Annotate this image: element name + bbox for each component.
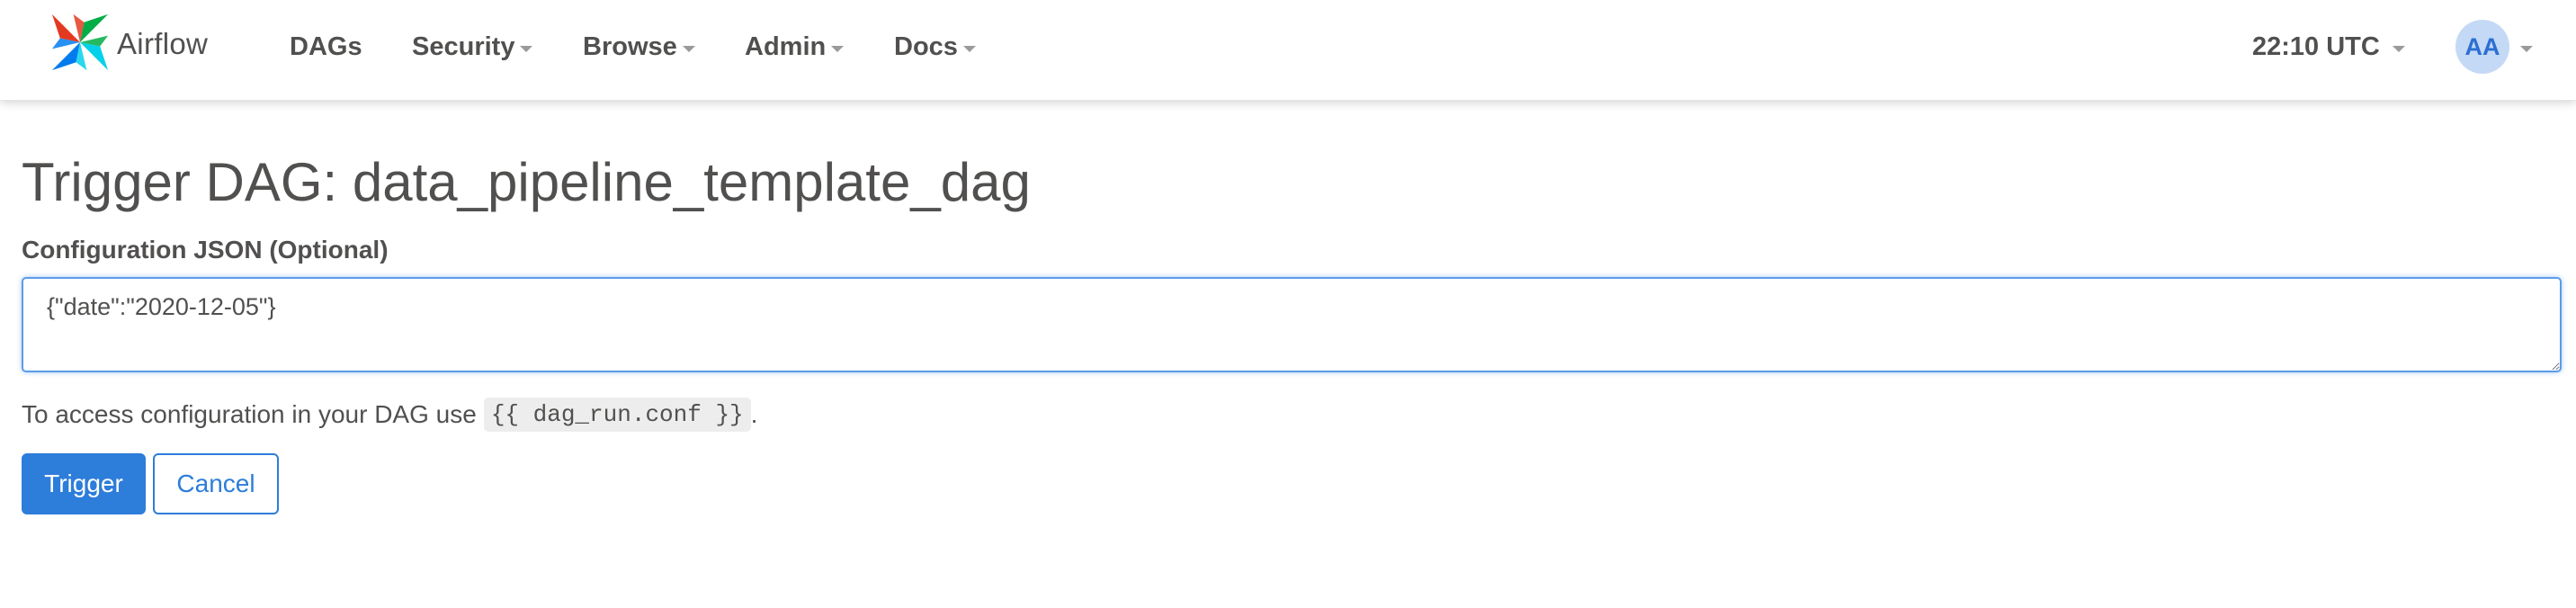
clock-label: 22:10 UTC [2252, 31, 2380, 61]
brand-name: Airflow [117, 27, 209, 60]
help-text-prefix: To access configuration in your DAG use [22, 400, 477, 428]
airflow-pinwheel-icon [47, 9, 113, 80]
avatar-initials: AA [2464, 32, 2500, 60]
nav-admin-dropdown[interactable]: Admin [745, 29, 845, 65]
nav-browse-label: Browse [583, 31, 677, 61]
caret-down-icon [520, 45, 533, 52]
config-json-input[interactable]: {"date":"2020-12-05"} [22, 277, 2562, 372]
timezone-clock-dropdown[interactable]: 22:10 UTC [2252, 29, 2405, 65]
nav-docs-label: Docs [894, 31, 958, 61]
caret-down-icon [682, 45, 695, 52]
caret-down-icon [962, 45, 976, 52]
nav-dags-label: DAGs [290, 31, 362, 61]
avatar: AA [2455, 20, 2509, 74]
config-help-text: To access configuration in your DAG use … [22, 398, 757, 432]
nav-security-dropdown[interactable]: Security [412, 29, 533, 65]
nav-security-label: Security [412, 31, 515, 61]
trigger-button[interactable]: Trigger [22, 453, 146, 514]
help-text-suffix: . [750, 400, 758, 428]
dag-run-conf-code: {{ dag_run.conf }} [483, 398, 751, 432]
caret-down-icon [831, 45, 845, 52]
brand-link[interactable]: Airflow [47, 9, 208, 77]
caret-down-icon [2520, 45, 2533, 52]
nav-browse-dropdown[interactable]: Browse [583, 29, 695, 65]
caret-down-icon [2392, 45, 2405, 52]
user-menu-dropdown[interactable]: AA [2455, 20, 2533, 74]
nav-docs-dropdown[interactable]: Docs [894, 29, 976, 65]
cancel-button[interactable]: Cancel [153, 453, 279, 514]
nav-dags[interactable]: DAGs [290, 29, 362, 65]
config-json-label: Configuration JSON (Optional) [22, 236, 389, 264]
nav-admin-label: Admin [745, 31, 827, 61]
top-navbar: Airflow DAGs Security Browse Admin Docs … [0, 0, 2576, 101]
page-title: Trigger DAG: data_pipeline_template_dag [22, 152, 1031, 212]
